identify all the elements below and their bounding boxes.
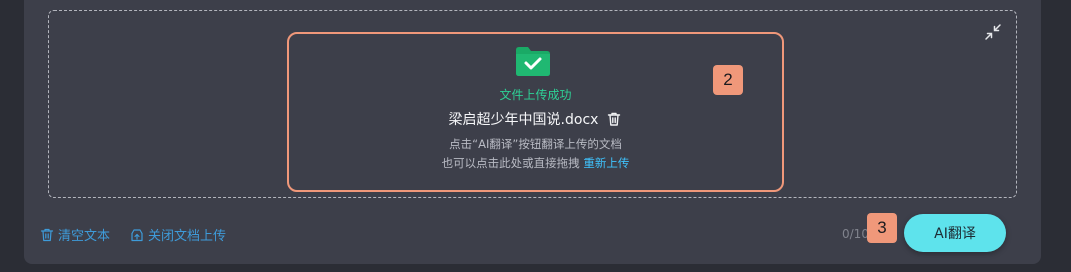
folder-check-icon	[514, 44, 552, 78]
upload-hint-line2: 也可以点击此处或直接拖拽 重新上传	[289, 155, 782, 171]
upload-status-text: 文件上传成功	[499, 88, 572, 102]
clear-text-button[interactable]: 清空文本	[40, 225, 110, 244]
reupload-link[interactable]: 重新上传	[583, 156, 629, 170]
upload-icon	[131, 228, 143, 241]
step-badge-3: 3	[867, 213, 897, 243]
ai-translate-button[interactable]: AI翻译	[904, 214, 1006, 252]
clear-text-label: 清空文本	[58, 229, 111, 244]
collapse-icon[interactable]	[984, 23, 1002, 41]
character-counter: 0/10	[842, 227, 869, 241]
file-row: 梁启超少年中国说.docx	[289, 109, 782, 129]
close-document-upload-button[interactable]: 关闭文档上传	[130, 225, 226, 244]
close-document-upload-label: 关闭文档上传	[148, 229, 227, 244]
upload-hint-line2-text: 也可以点击此处或直接拖拽	[441, 156, 580, 170]
upload-success-card: 文件上传成功 梁启超少年中国说.docx 点击“AI翻译”按钮翻译上传的文档 也…	[287, 32, 784, 192]
file-name: 梁启超少年中国说.docx	[448, 112, 599, 128]
trash-outline-icon	[40, 228, 54, 241]
upload-hint-line1: 点击“AI翻译”按钮翻译上传的文档	[449, 137, 622, 151]
trash-icon[interactable]	[606, 111, 622, 127]
step-badge-2: 2	[713, 65, 743, 95]
